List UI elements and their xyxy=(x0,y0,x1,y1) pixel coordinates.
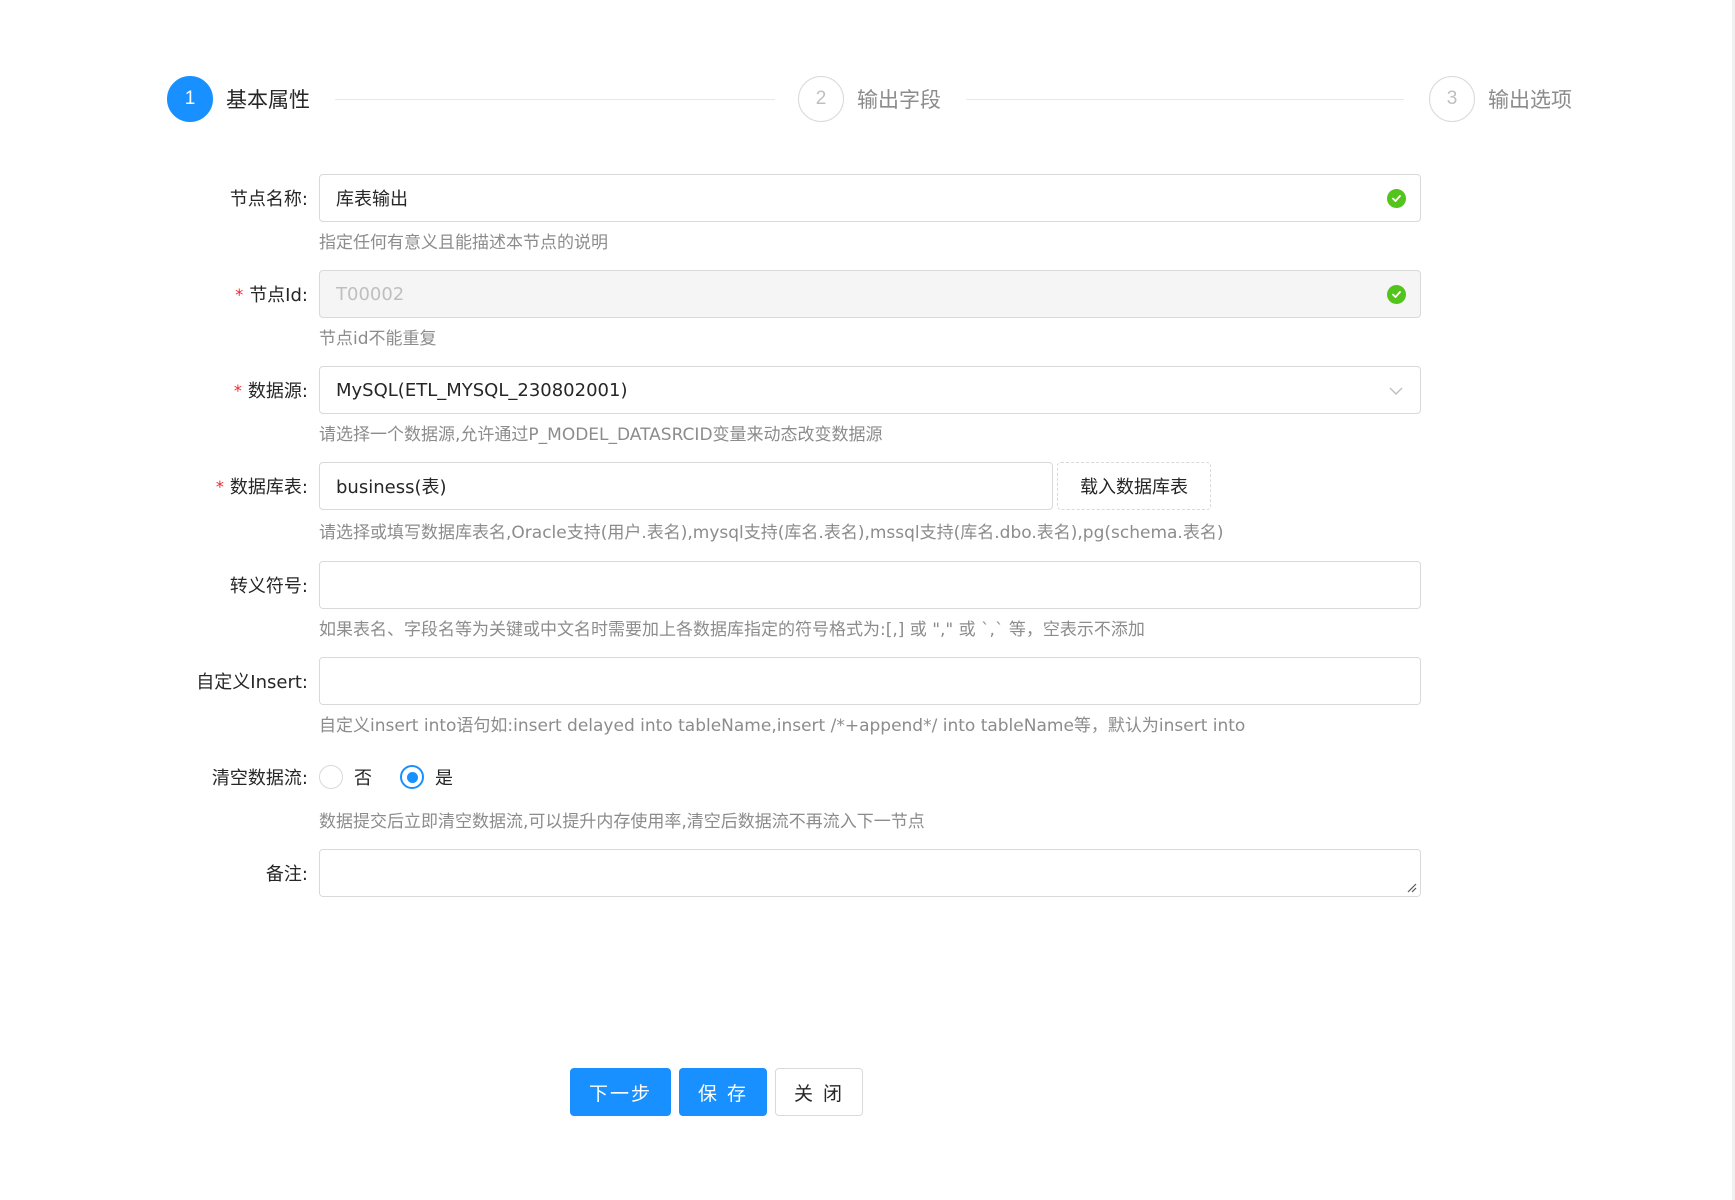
custom-insert-help: 自定义insert into语句如:insert delayed into ta… xyxy=(319,716,1246,736)
node-id-input: T00002 xyxy=(319,270,1421,318)
datasource-label: * 数据源: xyxy=(234,366,308,414)
steps-bar: 1 基本属性 2 输出字段 3 输出选项 xyxy=(167,75,1575,123)
label-text: 自定义Insert: xyxy=(196,672,308,693)
node-name-input[interactable]: 库表输出 xyxy=(319,174,1421,222)
escape-symbol-help: 如果表名、字段名等为关键或中文名时需要加上各数据库指定的符号格式为:[,] 或 … xyxy=(319,620,1145,640)
radio-label: 否 xyxy=(354,768,372,789)
db-table-input[interactable]: business(表) xyxy=(319,462,1053,510)
datasource-select[interactable]: MySQL(ETL_MYSQL_230802001) xyxy=(319,366,1421,414)
next-step-button[interactable]: 下一步 xyxy=(570,1068,671,1116)
select-value: MySQL(ETL_MYSQL_230802001) xyxy=(336,379,628,401)
escape-symbol-label: 转义符号: xyxy=(230,561,308,609)
custom-insert-input[interactable] xyxy=(319,657,1421,705)
datasource-help: 请选择一个数据源,允许通过P_MODEL_DATASRCID变量来动态改变数据源 xyxy=(319,425,883,445)
clear-stream-label: 清空数据流: xyxy=(212,753,308,801)
radio-option-no[interactable]: 否 xyxy=(319,764,372,790)
custom-insert-label: 自定义Insert: xyxy=(196,657,308,705)
check-circle-icon xyxy=(1387,285,1406,304)
input-value: T00002 xyxy=(336,283,405,305)
check-circle-icon xyxy=(1387,189,1406,208)
save-button[interactable]: 保 存 xyxy=(679,1068,767,1116)
step-title: 输出选项 xyxy=(1488,88,1572,112)
label-text: 节点名称: xyxy=(229,189,308,210)
node-name-label: 节点名称: xyxy=(230,174,308,222)
label-text: 备注: xyxy=(265,864,308,885)
radio-unchecked-icon[interactable] xyxy=(319,765,343,789)
escape-symbol-input[interactable] xyxy=(319,561,1421,609)
load-db-table-button[interactable]: 载入数据库表 xyxy=(1057,462,1211,510)
step-title: 基本属性 xyxy=(226,88,310,112)
step-basic-attributes[interactable]: 1 基本属性 xyxy=(167,75,310,123)
resize-handle-icon[interactable] xyxy=(1405,881,1417,893)
clear-stream-help: 数据提交后立即清空数据流,可以提升内存使用率,清空后数据流不再流入下一节点 xyxy=(319,812,925,832)
node-id-label: * 节点Id: xyxy=(235,270,308,318)
required-asterisk-icon: * xyxy=(235,284,244,304)
step-output-fields[interactable]: 2 输出字段 xyxy=(798,75,941,123)
db-table-help: 请选择或填写数据库表名,Oracle支持(用户.表名),mysql支持(库名.表… xyxy=(319,523,1224,543)
remark-textarea[interactable] xyxy=(319,849,1421,897)
close-button[interactable]: 关 闭 xyxy=(775,1068,863,1116)
radio-checked-icon[interactable] xyxy=(400,765,424,789)
label-text: 数据库表: xyxy=(229,477,308,498)
node-id-help: 节点id不能重复 xyxy=(319,329,437,349)
input-value: 库表输出 xyxy=(336,189,408,210)
input-value: business(表) xyxy=(336,477,447,498)
step-number: 1 xyxy=(167,76,213,122)
step-output-options[interactable]: 3 输出选项 xyxy=(1429,75,1572,123)
radio-option-yes[interactable]: 是 xyxy=(400,764,453,790)
label-text: 数据源: xyxy=(247,381,308,402)
remark-label: 备注: xyxy=(266,849,308,897)
label-text: 转义符号: xyxy=(229,576,308,597)
node-name-help: 指定任何有意义且能描述本节点的说明 xyxy=(319,233,608,253)
db-table-label: * 数据库表: xyxy=(216,462,308,510)
step-connector xyxy=(966,99,1404,100)
step-connector xyxy=(335,99,775,100)
required-asterisk-icon: * xyxy=(233,380,242,400)
step-number: 2 xyxy=(798,76,844,122)
step-title: 输出字段 xyxy=(857,88,941,112)
label-text: 节点Id: xyxy=(249,285,308,306)
required-asterisk-icon: * xyxy=(215,476,224,496)
clear-stream-radio-group: 否 是 xyxy=(319,753,481,801)
step-number: 3 xyxy=(1429,76,1475,122)
chevron-down-icon xyxy=(1389,387,1403,395)
radio-label: 是 xyxy=(435,768,453,789)
label-text: 清空数据流: xyxy=(211,768,308,789)
